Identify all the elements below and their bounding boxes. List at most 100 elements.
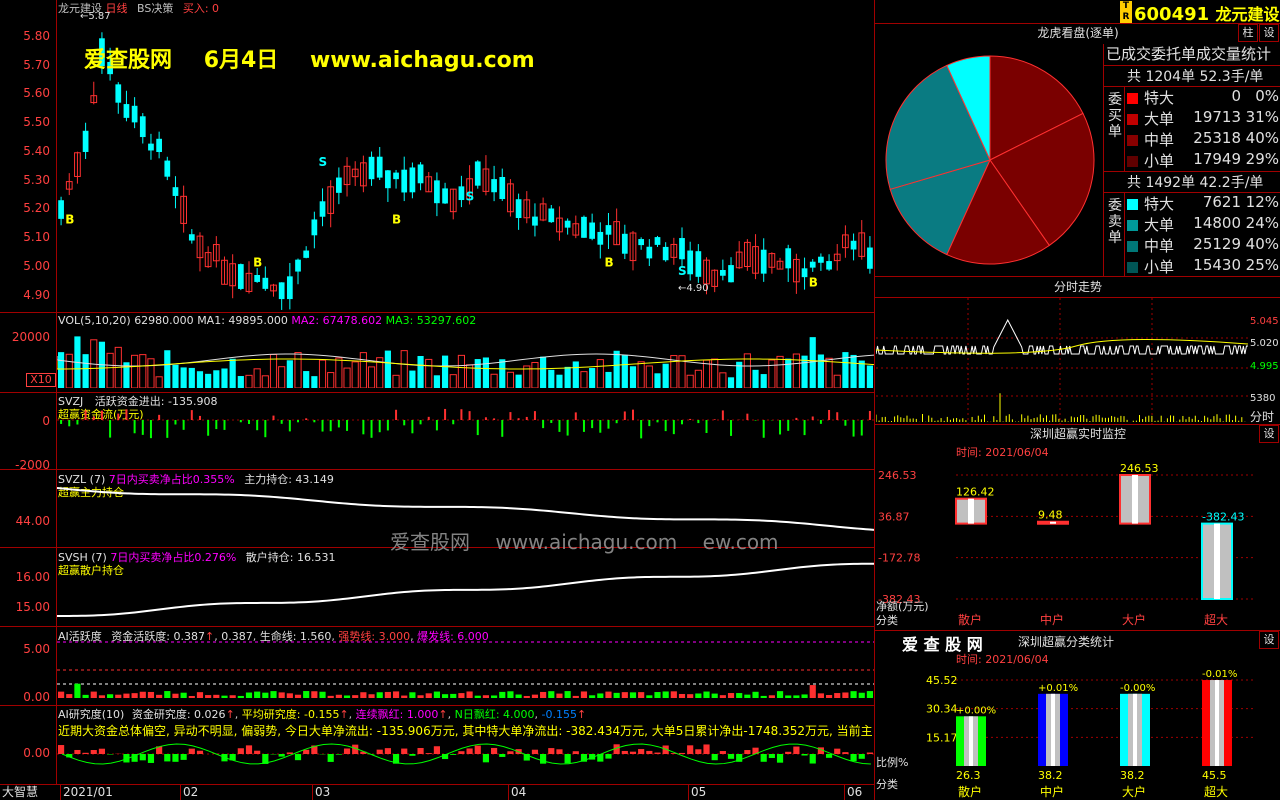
candle-body <box>172 187 179 196</box>
order-volume: 15430 <box>1193 256 1241 274</box>
volume-bar <box>866 365 873 388</box>
activity-bar <box>368 694 375 698</box>
volume-bar <box>335 357 343 388</box>
research-bar <box>107 754 114 755</box>
volume-bar <box>409 370 416 388</box>
activity-bar <box>703 691 710 698</box>
volume-bar <box>237 376 244 388</box>
pie-settings-button[interactable]: 设 <box>1259 24 1279 42</box>
research-bar <box>654 752 661 754</box>
candle-body <box>278 282 285 300</box>
volume-bar <box>359 352 367 388</box>
volume-bar <box>245 374 253 388</box>
candle-body <box>393 172 399 180</box>
ai-research-comment: 近期大资金总体偏空, 异动不明显, 偏弱势, 今日大单净流出: -135.906… <box>58 724 873 738</box>
research-bar <box>58 745 65 754</box>
research-bar <box>188 748 195 754</box>
candle-body <box>295 259 301 272</box>
order-percent: 12% <box>1245 193 1279 211</box>
research-bar <box>409 754 416 756</box>
pie-tab-button[interactable]: 柱 <box>1238 24 1258 42</box>
activity-bar <box>776 691 784 698</box>
research-bar <box>458 751 465 754</box>
research-bar <box>629 751 637 754</box>
research-bar <box>491 747 498 754</box>
activity-bar <box>360 692 367 698</box>
research-bar <box>866 752 873 754</box>
candle-body <box>654 237 661 245</box>
activity-bar <box>605 691 612 698</box>
vol-unit-badge[interactable]: X10 <box>26 373 56 387</box>
activity-bar <box>825 694 833 698</box>
category-settings-button[interactable]: 设 <box>1259 631 1279 649</box>
monitor-ytick: 36.87 <box>878 510 910 523</box>
category-bar-chart: 45.52 30.34 15.17 比例% 分类 +0.00% 26.3 散户 +0.01% 38… <box>876 669 1254 799</box>
signal-marker: B <box>65 212 74 226</box>
stock-code: 600491 <box>1134 4 1210 25</box>
category-bar-highlight <box>969 716 973 766</box>
research-bar <box>850 754 857 762</box>
volume-bar <box>367 366 376 388</box>
research-bar <box>335 754 342 755</box>
date-tick: 2021/01 <box>60 785 113 800</box>
candle-body <box>115 84 122 103</box>
research-bar <box>294 754 302 761</box>
date-tick: 06 <box>844 785 862 800</box>
volume-bar <box>686 374 694 388</box>
watermark-date: 6月4日 <box>203 48 279 73</box>
volume-bar <box>139 354 147 388</box>
monitor-bar-highlight <box>1132 475 1138 524</box>
order-percent: 29% <box>1245 150 1279 168</box>
signal-marker: B <box>809 276 818 290</box>
volume-bar <box>457 354 465 388</box>
activity-bar <box>245 692 253 698</box>
volume-bar <box>531 361 539 388</box>
research-bar <box>621 750 628 754</box>
intraday-time-label: 分时 <box>1250 410 1275 424</box>
monitor-bar-value: 126.42 <box>956 486 995 499</box>
volume-bar <box>711 358 719 388</box>
activity-bar <box>180 692 187 698</box>
category-ytick: 15.17 <box>926 731 958 744</box>
volume-bar <box>548 369 555 388</box>
activity-bar <box>850 691 857 698</box>
ai-activity-chart <box>57 641 874 698</box>
activity-bar <box>319 691 326 698</box>
high-price-label: ←5.87 <box>80 11 111 22</box>
category-ytick: 30.34 <box>926 703 958 716</box>
research-bar <box>425 753 432 754</box>
monitor-bar-chart: 246.53 36.87 -172.78 -382.43 净额(万元)分类 126.42 散… <box>876 462 1254 627</box>
order-volume: 7621 <box>1202 193 1241 211</box>
monitor-category-label: 散户 <box>958 612 982 627</box>
kline-ytick: 5.20 <box>23 201 50 216</box>
candle-body <box>605 225 612 235</box>
candle-body <box>82 130 89 152</box>
research-bar <box>646 750 653 754</box>
kline-ytick: 5.10 <box>23 230 50 245</box>
activity-bar <box>98 695 106 698</box>
candle-body <box>368 156 375 180</box>
research-bar <box>376 749 383 754</box>
volume-bar <box>392 374 400 388</box>
order-color-swatch <box>1127 93 1138 104</box>
research-bar <box>760 754 767 762</box>
research-bar <box>793 746 800 754</box>
volume-bar <box>384 350 391 388</box>
volume-bar <box>564 366 571 388</box>
monitor-settings-button[interactable]: 设 <box>1259 425 1279 443</box>
candle-body <box>58 200 64 219</box>
date-tick: 02 <box>180 785 198 800</box>
activity-bar <box>74 683 81 698</box>
kline-ytick: 5.30 <box>23 172 50 187</box>
candle-body <box>589 222 595 239</box>
signal-marker: S <box>678 264 687 278</box>
panel-sep <box>0 312 874 313</box>
monitor-bar-highlight <box>968 498 974 524</box>
watermark-banner: 爱查股网 6月4日 www.aichagu.com <box>84 42 535 74</box>
intraday-price-mid: 5.020 <box>1250 338 1279 349</box>
activity-bar <box>768 695 775 698</box>
volume-bar <box>572 361 579 388</box>
volume-bar <box>482 357 490 388</box>
volume-bar <box>294 352 302 388</box>
panel-sep <box>0 626 874 627</box>
